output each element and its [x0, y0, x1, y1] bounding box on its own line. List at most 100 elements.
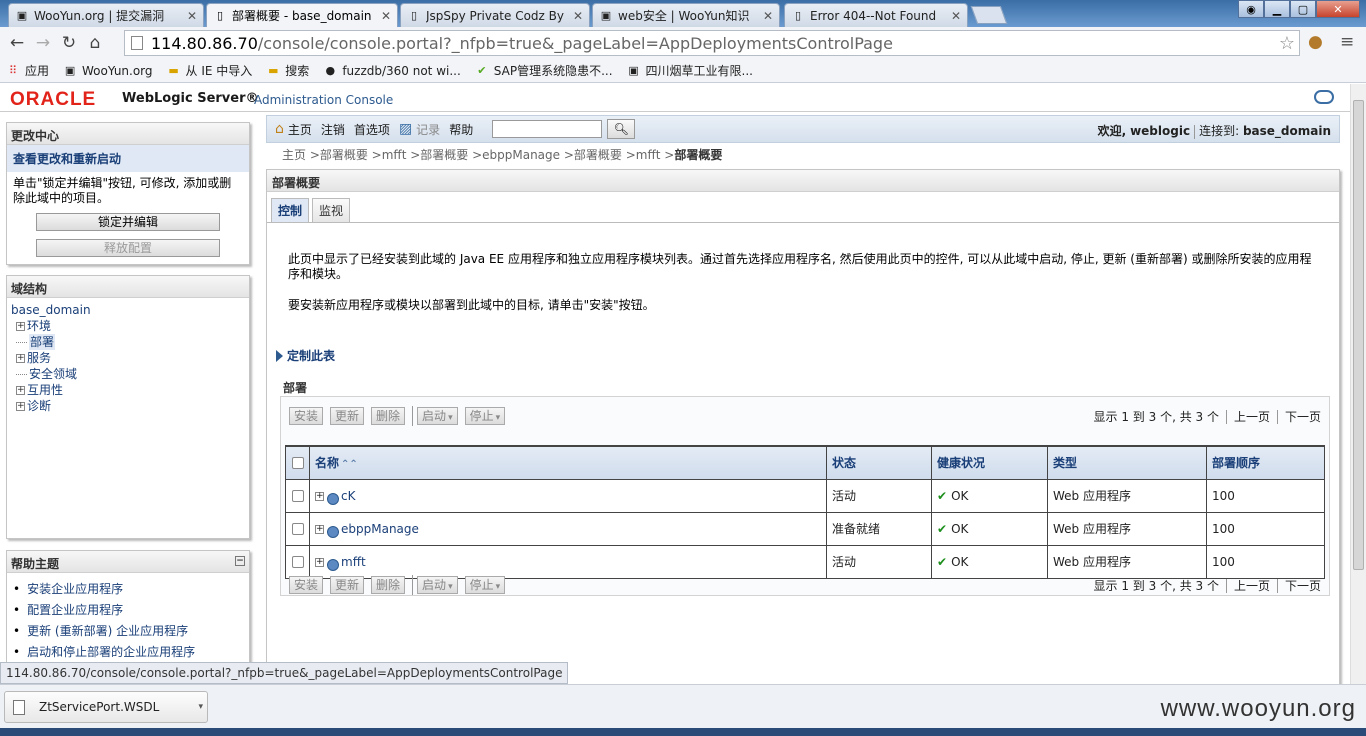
bookmark-apps[interactable]: ⠿ 应用 [6, 62, 49, 79]
help-link[interactable]: 帮助 [449, 121, 473, 138]
search-input[interactable] [492, 120, 603, 138]
app-name-link[interactable]: mfft [341, 555, 366, 569]
close-window-icon[interactable]: ✕ [1316, 0, 1360, 18]
help-link[interactable]: 启动和停止部署的企业应用程序 [13, 642, 243, 663]
start-dropdown[interactable]: 启动 ▾ [417, 407, 458, 425]
expand-icon[interactable]: + [16, 321, 25, 331]
row-checkbox[interactable] [291, 556, 304, 568]
expand-icon[interactable]: + [315, 557, 324, 567]
help-link[interactable]: 配置企业应用程序 [13, 600, 243, 621]
install-button[interactable]: 安装 [289, 407, 324, 425]
wooyun-favicon-icon: ▣ [628, 64, 639, 77]
app-name-link[interactable]: ebppManage [341, 522, 419, 536]
home-icon[interactable]: ⌂ [82, 33, 108, 53]
minimize-icon[interactable]: − [235, 556, 245, 566]
scrollbar-thumb[interactable] [1353, 100, 1364, 570]
row-checkbox[interactable] [291, 523, 304, 535]
customize-table-link[interactable]: 定制此表 [276, 347, 335, 364]
close-icon[interactable]: ✕ [187, 9, 197, 23]
search-button[interactable]: 🔍︎ [607, 119, 636, 139]
install-button[interactable]: 安装 [289, 576, 324, 594]
record-link[interactable]: ▨ 记录 [399, 121, 440, 138]
tab-monitoring[interactable]: 监视 [312, 198, 351, 222]
column-state[interactable]: 状态 [826, 445, 932, 480]
delete-button[interactable]: 删除 [371, 407, 406, 425]
expand-icon[interactable]: + [16, 385, 25, 395]
prev-page-link[interactable]: 上一页 [1234, 408, 1270, 425]
home-link[interactable]: ⌂ 主页 [275, 121, 312, 138]
menu-icon[interactable]: ≡ [1340, 32, 1354, 52]
bookmark-folder[interactable]: ▬ 搜索 [266, 62, 309, 79]
start-dropdown[interactable]: 启动 ▾ [417, 576, 458, 594]
column-type[interactable]: 类型 [1047, 445, 1207, 480]
app-name-link[interactable]: cK [341, 489, 355, 503]
bookmark-item[interactable]: ▣ 四川烟草工业有限... [627, 62, 753, 79]
close-icon[interactable]: ✕ [381, 9, 391, 23]
help-link[interactable]: 更新 (重新部署) 企业应用程序 [13, 621, 243, 642]
bookmark-item[interactable]: ● fuzzdb/360 not wi... [323, 64, 461, 78]
expand-icon[interactable]: + [16, 353, 25, 363]
maximize-icon[interactable]: ▢ [1290, 0, 1316, 18]
expand-icon[interactable]: + [16, 401, 25, 411]
browser-tab[interactable]: ▯ Error 404--Not Found ✕ [784, 3, 968, 27]
download-item[interactable]: ZtServicePort.WSDL ▾ [4, 691, 208, 723]
chevron-down-icon: ▾ [448, 413, 453, 423]
breadcrumb-links[interactable]: 主页 >部署概要 >mfft >部署概要 >ebppManage >部署概要 >… [282, 148, 674, 162]
close-icon[interactable]: ✕ [573, 9, 583, 23]
update-button[interactable]: 更新 [330, 576, 365, 594]
tree-node-diagnostics[interactable]: + 诊断 [11, 398, 245, 414]
row-checkbox[interactable] [291, 490, 304, 502]
tree-node-deployments[interactable]: 部署 [11, 334, 245, 350]
column-health[interactable]: 健康状况 [931, 445, 1048, 480]
page-scrollbar[interactable] [1350, 84, 1366, 684]
tree-node-interoperability[interactable]: + 互用性 [11, 382, 245, 398]
page-icon: ▯ [794, 9, 802, 22]
forward-icon[interactable]: → [30, 33, 56, 53]
browser-tab-active[interactable]: ▯ 部署概要 - base_domain ✕ [206, 3, 398, 27]
close-icon[interactable]: ✕ [951, 9, 961, 23]
release-config-button[interactable]: 释放配置 [36, 239, 220, 257]
tree-node-security-realms[interactable]: 安全领域 [11, 366, 245, 382]
tree-node-environment[interactable]: + 环境 [11, 318, 245, 334]
delete-button[interactable]: 删除 [371, 576, 406, 594]
preferences-link[interactable]: 首选项 [354, 121, 390, 138]
close-icon[interactable]: ✕ [763, 9, 773, 23]
expand-icon[interactable]: + [315, 491, 324, 501]
view-changes-link[interactable]: 查看更改和重新启动 [7, 145, 249, 172]
help-balloon-icon[interactable] [1314, 90, 1334, 104]
cookie-icon[interactable]: ● [1308, 32, 1323, 52]
back-icon[interactable]: ← [4, 33, 30, 53]
select-all-checkbox[interactable] [291, 457, 304, 470]
bookmark-item[interactable]: ▣ WooYun.org [63, 64, 153, 78]
column-name[interactable]: 名称 ⌃⌃ [309, 445, 827, 480]
column-deploy-order[interactable]: 部署顺序 [1206, 445, 1325, 480]
new-tab-button[interactable] [970, 6, 1008, 24]
lock-and-edit-button[interactable]: 锁定并编辑 [36, 213, 220, 231]
help-link[interactable]: 安装企业应用程序 [13, 579, 243, 600]
tree-node-services[interactable]: + 服务 [11, 350, 245, 366]
prev-page-link[interactable]: 上一页 [1234, 577, 1270, 594]
table-title: 部署 [283, 381, 308, 395]
next-page-link[interactable]: 下一页 [1285, 408, 1321, 425]
tree-root[interactable]: base_domain [11, 302, 245, 318]
order-cell: 100 [1206, 511, 1325, 546]
stop-dropdown[interactable]: 停止 ▾ [464, 407, 506, 425]
browser-tab[interactable]: ▣ WooYun.org | 提交漏洞 ✕ [8, 3, 204, 27]
chevron-down-icon[interactable]: ▾ [198, 702, 203, 712]
bookmark-item[interactable]: ✔ SAP管理系统隐患不... [475, 62, 612, 79]
next-page-link[interactable]: 下一页 [1285, 577, 1321, 594]
star-icon[interactable]: ☆ [1279, 33, 1295, 54]
logout-link[interactable]: 注销 [321, 121, 345, 138]
oracle-logo: ORACLE [10, 89, 97, 110]
tab-control[interactable]: 控制 [271, 198, 310, 222]
reload-icon[interactable]: ↻ [56, 33, 82, 53]
stop-dropdown[interactable]: 停止 ▾ [464, 576, 506, 594]
bookmark-folder[interactable]: ▬ 从 IE 中导入 [167, 62, 252, 79]
address-bar[interactable]: 114.80.86.70/console/console.portal?_nfp… [124, 30, 1300, 56]
user-icon[interactable]: ◉ [1238, 0, 1264, 18]
browser-tab[interactable]: ▯ JspSpy Private Codz By ✕ [400, 3, 590, 27]
browser-tab[interactable]: ▣ web安全 | WooYun知识 ✕ [592, 3, 780, 27]
minimize-icon[interactable]: ▁ [1264, 0, 1290, 18]
update-button[interactable]: 更新 [330, 407, 365, 425]
expand-icon[interactable]: + [315, 524, 324, 534]
